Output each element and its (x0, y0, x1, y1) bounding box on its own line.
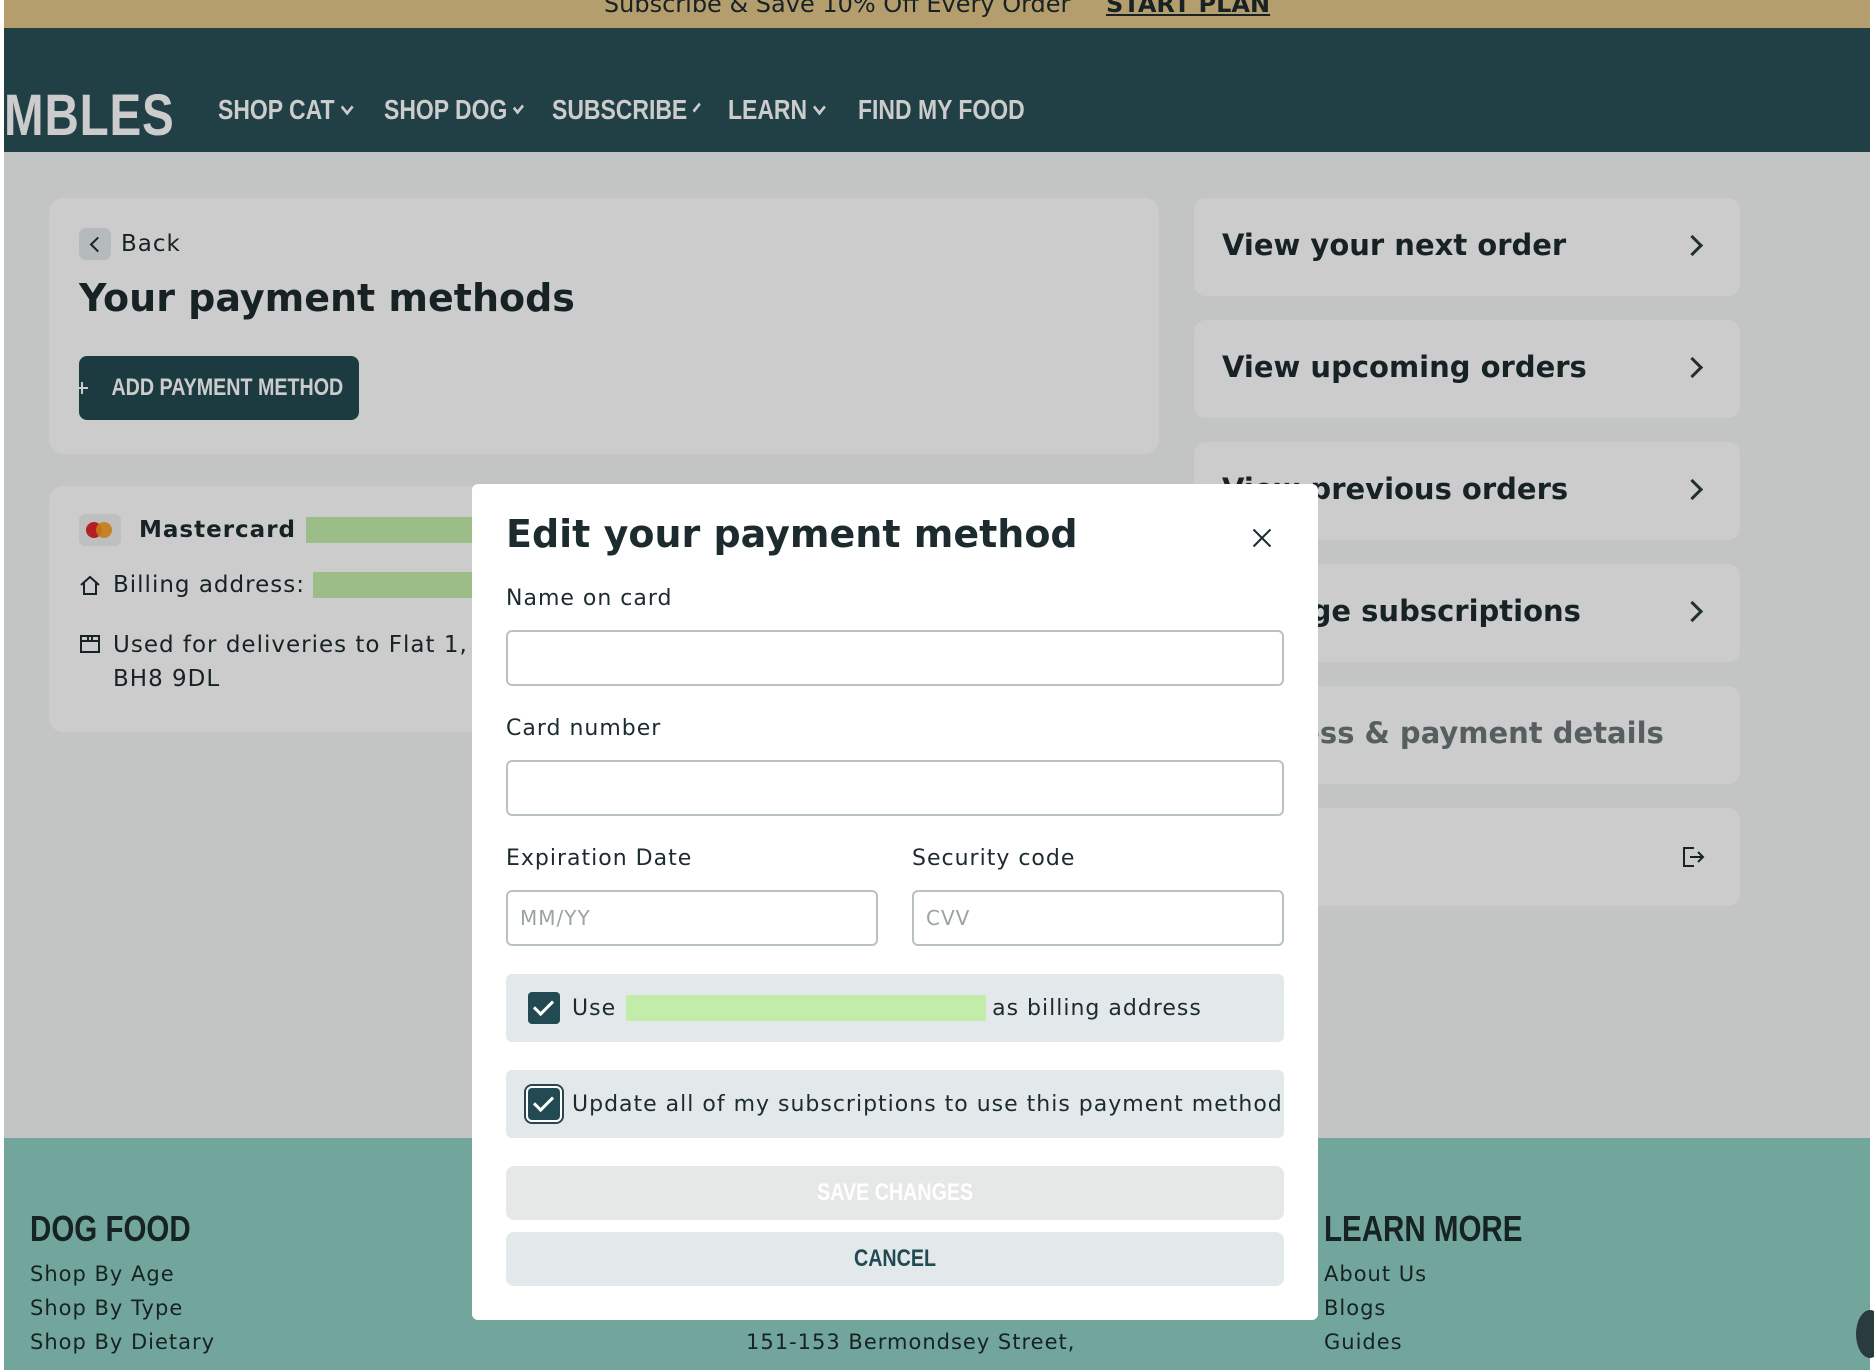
cancel-button[interactable]: CANCEL (506, 1232, 1284, 1286)
security-code-label: Security code (912, 846, 1076, 871)
update-subscriptions-checkbox[interactable] (528, 1088, 560, 1120)
edit-payment-modal: Edit your payment method Name on card Ca… (472, 484, 1318, 1320)
security-code-input[interactable]: CVV (912, 890, 1284, 946)
save-changes-button[interactable]: SAVE CHANGES (506, 1166, 1284, 1220)
name-on-card-input[interactable] (506, 630, 1284, 686)
redacted-address (626, 995, 987, 1021)
expiration-date-input[interactable]: MM/YY (506, 890, 878, 946)
expiration-date-label: Expiration Date (506, 846, 693, 871)
update-subscriptions-row[interactable]: Update all of my subscriptions to use th… (506, 1070, 1284, 1138)
card-number-input[interactable] (506, 760, 1284, 816)
close-icon[interactable] (1248, 524, 1276, 552)
card-number-label: Card number (506, 716, 662, 741)
use-billing-address-row[interactable]: Use as billing address (506, 974, 1284, 1042)
use-billing-address-checkbox[interactable] (528, 992, 560, 1024)
modal-title: Edit your payment method (506, 512, 1078, 556)
name-on-card-label: Name on card (506, 586, 673, 611)
